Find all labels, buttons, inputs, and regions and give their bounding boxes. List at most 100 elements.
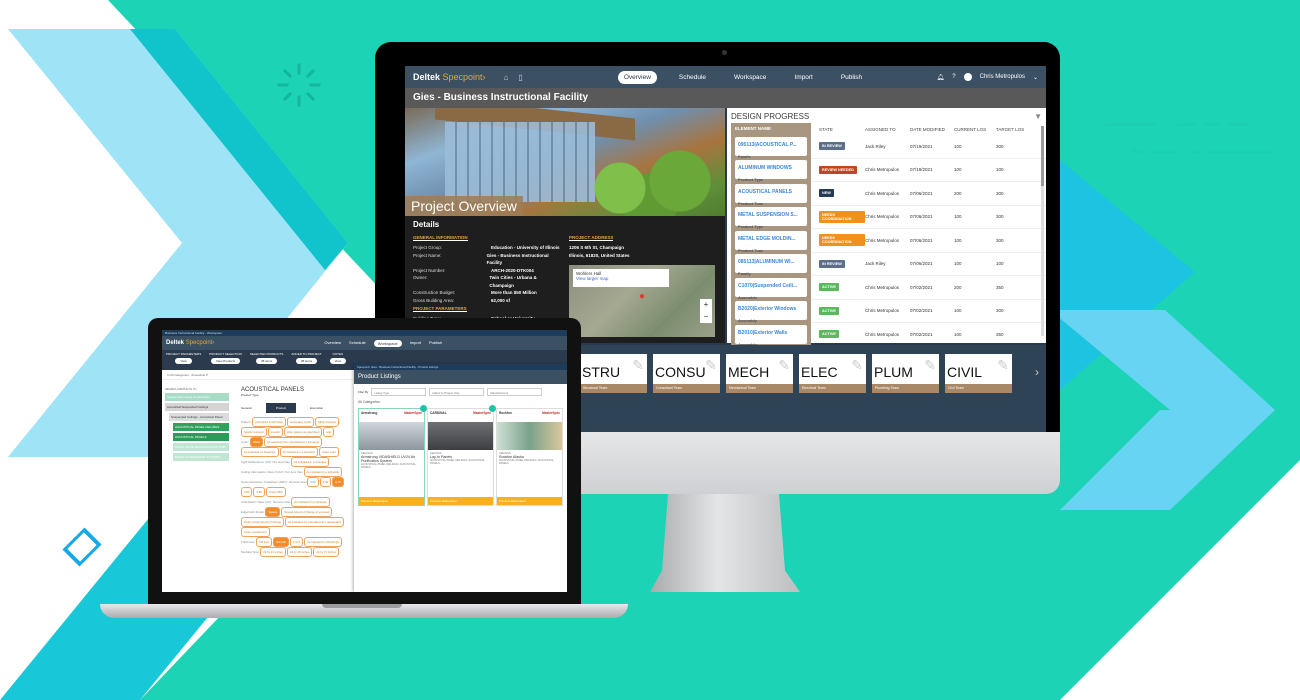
option-chip[interactable]: Insert requirement: [241, 527, 270, 537]
team-card-consu[interactable]: ✎ CONSU Consultant Team: [653, 354, 720, 393]
tab-overview[interactable]: Overview: [617, 70, 657, 84]
option-chip[interactable]: As indicated on Drawings: [304, 537, 342, 547]
option-chip[interactable]: 24 by 48 inches: [286, 547, 313, 557]
tab-execution[interactable]: Execution: [310, 406, 323, 410]
project-map[interactable]: Wohlers Hall View larger map ● + −: [569, 265, 715, 337]
tree-item[interactable]: Acoustical Suspended Ceilings: [165, 403, 229, 411]
tab-general[interactable]: General: [241, 406, 252, 410]
column-header[interactable]: STATE: [811, 127, 865, 132]
option-chip[interactable]: 0.60: [319, 477, 332, 487]
table-row[interactable]: ALUMINUM WINDOWS Product Type REVIEW NEEDE…: [731, 158, 1046, 182]
element-card[interactable]: METAL EDGE MOLDIN... Product Type: [735, 230, 807, 253]
element-name-link[interactable]: METAL SUSPENSION S...: [738, 209, 804, 221]
book-icon[interactable]: ▯: [518, 73, 522, 82]
team-card-plum[interactable]: ✎ PLUM Plumbing Team: [872, 354, 939, 393]
element-card[interactable]: ALUMINUM WINDOWS Product Type: [735, 160, 807, 182]
tree-item[interactable]: ACOUSTICAL PANELS: [173, 433, 229, 441]
filter-dropdown[interactable]: Manufacturers: [487, 388, 543, 396]
app-logo[interactable]: Deltek Specpoint›: [166, 340, 214, 346]
element-card[interactable]: 095113|ACOUSTICAL P... Family: [735, 136, 807, 159]
element-card[interactable]: B2010|Exterior Walls Assembly: [735, 324, 807, 347]
element-name-link[interactable]: 085113|ALUMINUM WI...: [738, 256, 804, 268]
element-card[interactable]: B2020|Exterior Windows Assembly: [735, 301, 807, 323]
product-name[interactable]: Armstrong VIDASHIELD UV24 Air Purificati…: [361, 455, 422, 463]
table-row[interactable]: B2020|Exterior Windows Assembly ACTIVE Chri…: [731, 299, 1046, 323]
element-card[interactable]: C1070|Suspended Ceili... Assembly: [735, 277, 807, 300]
tab-import[interactable]: Import: [410, 340, 421, 347]
filter-dropdown[interactable]: Listing Type: [371, 388, 427, 396]
chevron-right-icon[interactable]: ›: [1035, 365, 1039, 379]
team-card-civil[interactable]: ✎ CIVIL Civil Team: [945, 354, 1012, 393]
option-chip[interactable]: 0.90: [253, 487, 265, 497]
option-chip[interactable]: 1 inch: [289, 537, 304, 547]
option-chip[interactable]: White: [249, 437, 264, 447]
tab-import[interactable]: Import: [788, 71, 818, 84]
app-logo[interactable]: Deltek Specpoint›: [413, 72, 486, 82]
option-chip[interactable]: Square: [265, 507, 281, 517]
help-icon[interactable]: ?: [952, 74, 955, 80]
option-chip[interactable]: Insert color: [319, 447, 339, 457]
tree-item[interactable]: Suspended Ceiling Construction: [165, 393, 229, 401]
product-card[interactable]: CARDINAL MasterSpec CEILINGS Lay-In Panels A…: [427, 405, 496, 506]
product-card[interactable]: Armstrong MasterSpec CEILINGS Armstrong VID…: [358, 405, 427, 506]
option-chip[interactable]: 5/8 inch: [256, 537, 272, 547]
tab-product[interactable]: Product: [265, 403, 297, 413]
option-chip[interactable]: smooth: [267, 427, 283, 437]
table-row[interactable]: B2010|Exterior Walls Assembly ACTIVE Chris …: [731, 322, 1046, 347]
option-chip[interactable]: As indicated in a schedule: [290, 457, 330, 467]
team-card-mech[interactable]: ✎ MECH Mechanical Team: [726, 354, 793, 393]
tree-item[interactable]: ACOUSTICAL PANEL CEILINGS: [173, 423, 229, 431]
element-name-link[interactable]: METAL EDGE MOLDIN...: [738, 233, 804, 245]
option-chip[interactable]: Flush reveal sized to fit flange: [241, 517, 285, 527]
element-card[interactable]: ACOUSTICAL PANELS Product Type: [735, 183, 807, 206]
element-name-link[interactable]: ALUMINUM WINDOWS: [738, 162, 804, 174]
option-chip[interactable]: Insert NRC: [265, 487, 286, 497]
option-chip[interactable]: As selected from manufacturer's full ran…: [264, 437, 323, 447]
toolbar-button[interactable]: View Products: [210, 358, 241, 364]
element-name-link[interactable]: B2010|Exterior Walls: [738, 327, 804, 339]
option-chip[interactable]: 24 by 24 inches: [260, 547, 286, 557]
scrollbar[interactable]: [1041, 126, 1044, 336]
toolbar-button[interactable]: View: [175, 358, 192, 364]
option-chip[interactable]: other pattern as described: [283, 427, 323, 437]
option-chip[interactable]: 0.70: [332, 477, 344, 487]
filter-dropdown[interactable]: Added to Project Only: [429, 388, 485, 396]
option-chip[interactable]: 24 by 72 inches: [313, 547, 339, 557]
option-chip[interactable]: perforated small holes: [252, 417, 286, 427]
table-row[interactable]: 085113|ALUMINUM WI... Family IN REVIEW Jack…: [731, 252, 1046, 276]
option-chip[interactable]: As indicated by manufacturer's designati…: [285, 517, 345, 527]
toolbar-button[interactable]: View: [329, 358, 347, 364]
option-chip[interactable]: As indicated in a schedule: [303, 467, 343, 477]
option-chip[interactable]: As indicated in a schedule: [279, 447, 319, 457]
tree-item[interactable]: METAL SUSPENSION SYSTEMS: [173, 453, 229, 461]
tab-workspace[interactable]: Workspace: [728, 71, 772, 84]
zoom-in-button[interactable]: +: [700, 299, 712, 311]
filter-icon[interactable]: ▼: [1034, 112, 1042, 121]
avatar[interactable]: [963, 73, 972, 81]
product-card[interactable]: Rockfon MasterSpec CEILINGS Rockfon Alaska A…: [496, 408, 563, 506]
option-chip[interactable]: 0.50: [307, 477, 319, 487]
option-chip[interactable]: and: [323, 427, 334, 437]
tab-workspace[interactable]: Workspace: [373, 339, 402, 347]
column-header[interactable]: CURRENT LOS: [954, 127, 996, 132]
user-menu[interactable]: Chris Metropulos: [980, 74, 1025, 80]
element-name-link[interactable]: 095113|ACOUSTICAL P...: [738, 139, 804, 151]
home-icon[interactable]: ⌂: [504, 73, 509, 82]
table-row[interactable]: METAL SUSPENSION S... Product Type NEEDS C…: [731, 205, 1046, 229]
element-name-link[interactable]: ACOUSTICAL PANELS: [738, 186, 804, 198]
tab-overview[interactable]: Overview: [324, 340, 341, 347]
element-name-link[interactable]: C1070|Suspended Ceili...: [738, 280, 804, 292]
tab-publish[interactable]: Publish: [429, 340, 442, 347]
zoom-out-button[interactable]: −: [700, 311, 712, 323]
element-card[interactable]: 085113|ALUMINUM WI... Family: [735, 254, 807, 276]
tab-publish[interactable]: Publish: [835, 71, 868, 84]
tab-schedule[interactable]: Schedule: [349, 340, 366, 347]
option-chip[interactable]: Reveal sized to fit flange of exposed: [281, 507, 333, 517]
chevron-down-icon[interactable]: ⌄: [1033, 74, 1038, 81]
toolbar-button[interactable]: 38 items: [255, 358, 278, 364]
bell-icon[interactable]: 🔔︎: [937, 74, 945, 81]
tab-schedule[interactable]: Schedule: [673, 71, 712, 84]
element-card[interactable]: METAL SUSPENSION S... Product Type: [735, 207, 807, 229]
column-header[interactable]: TARGET LOS: [996, 127, 1036, 132]
element-name-link[interactable]: B2020|Exterior Windows: [738, 303, 804, 315]
